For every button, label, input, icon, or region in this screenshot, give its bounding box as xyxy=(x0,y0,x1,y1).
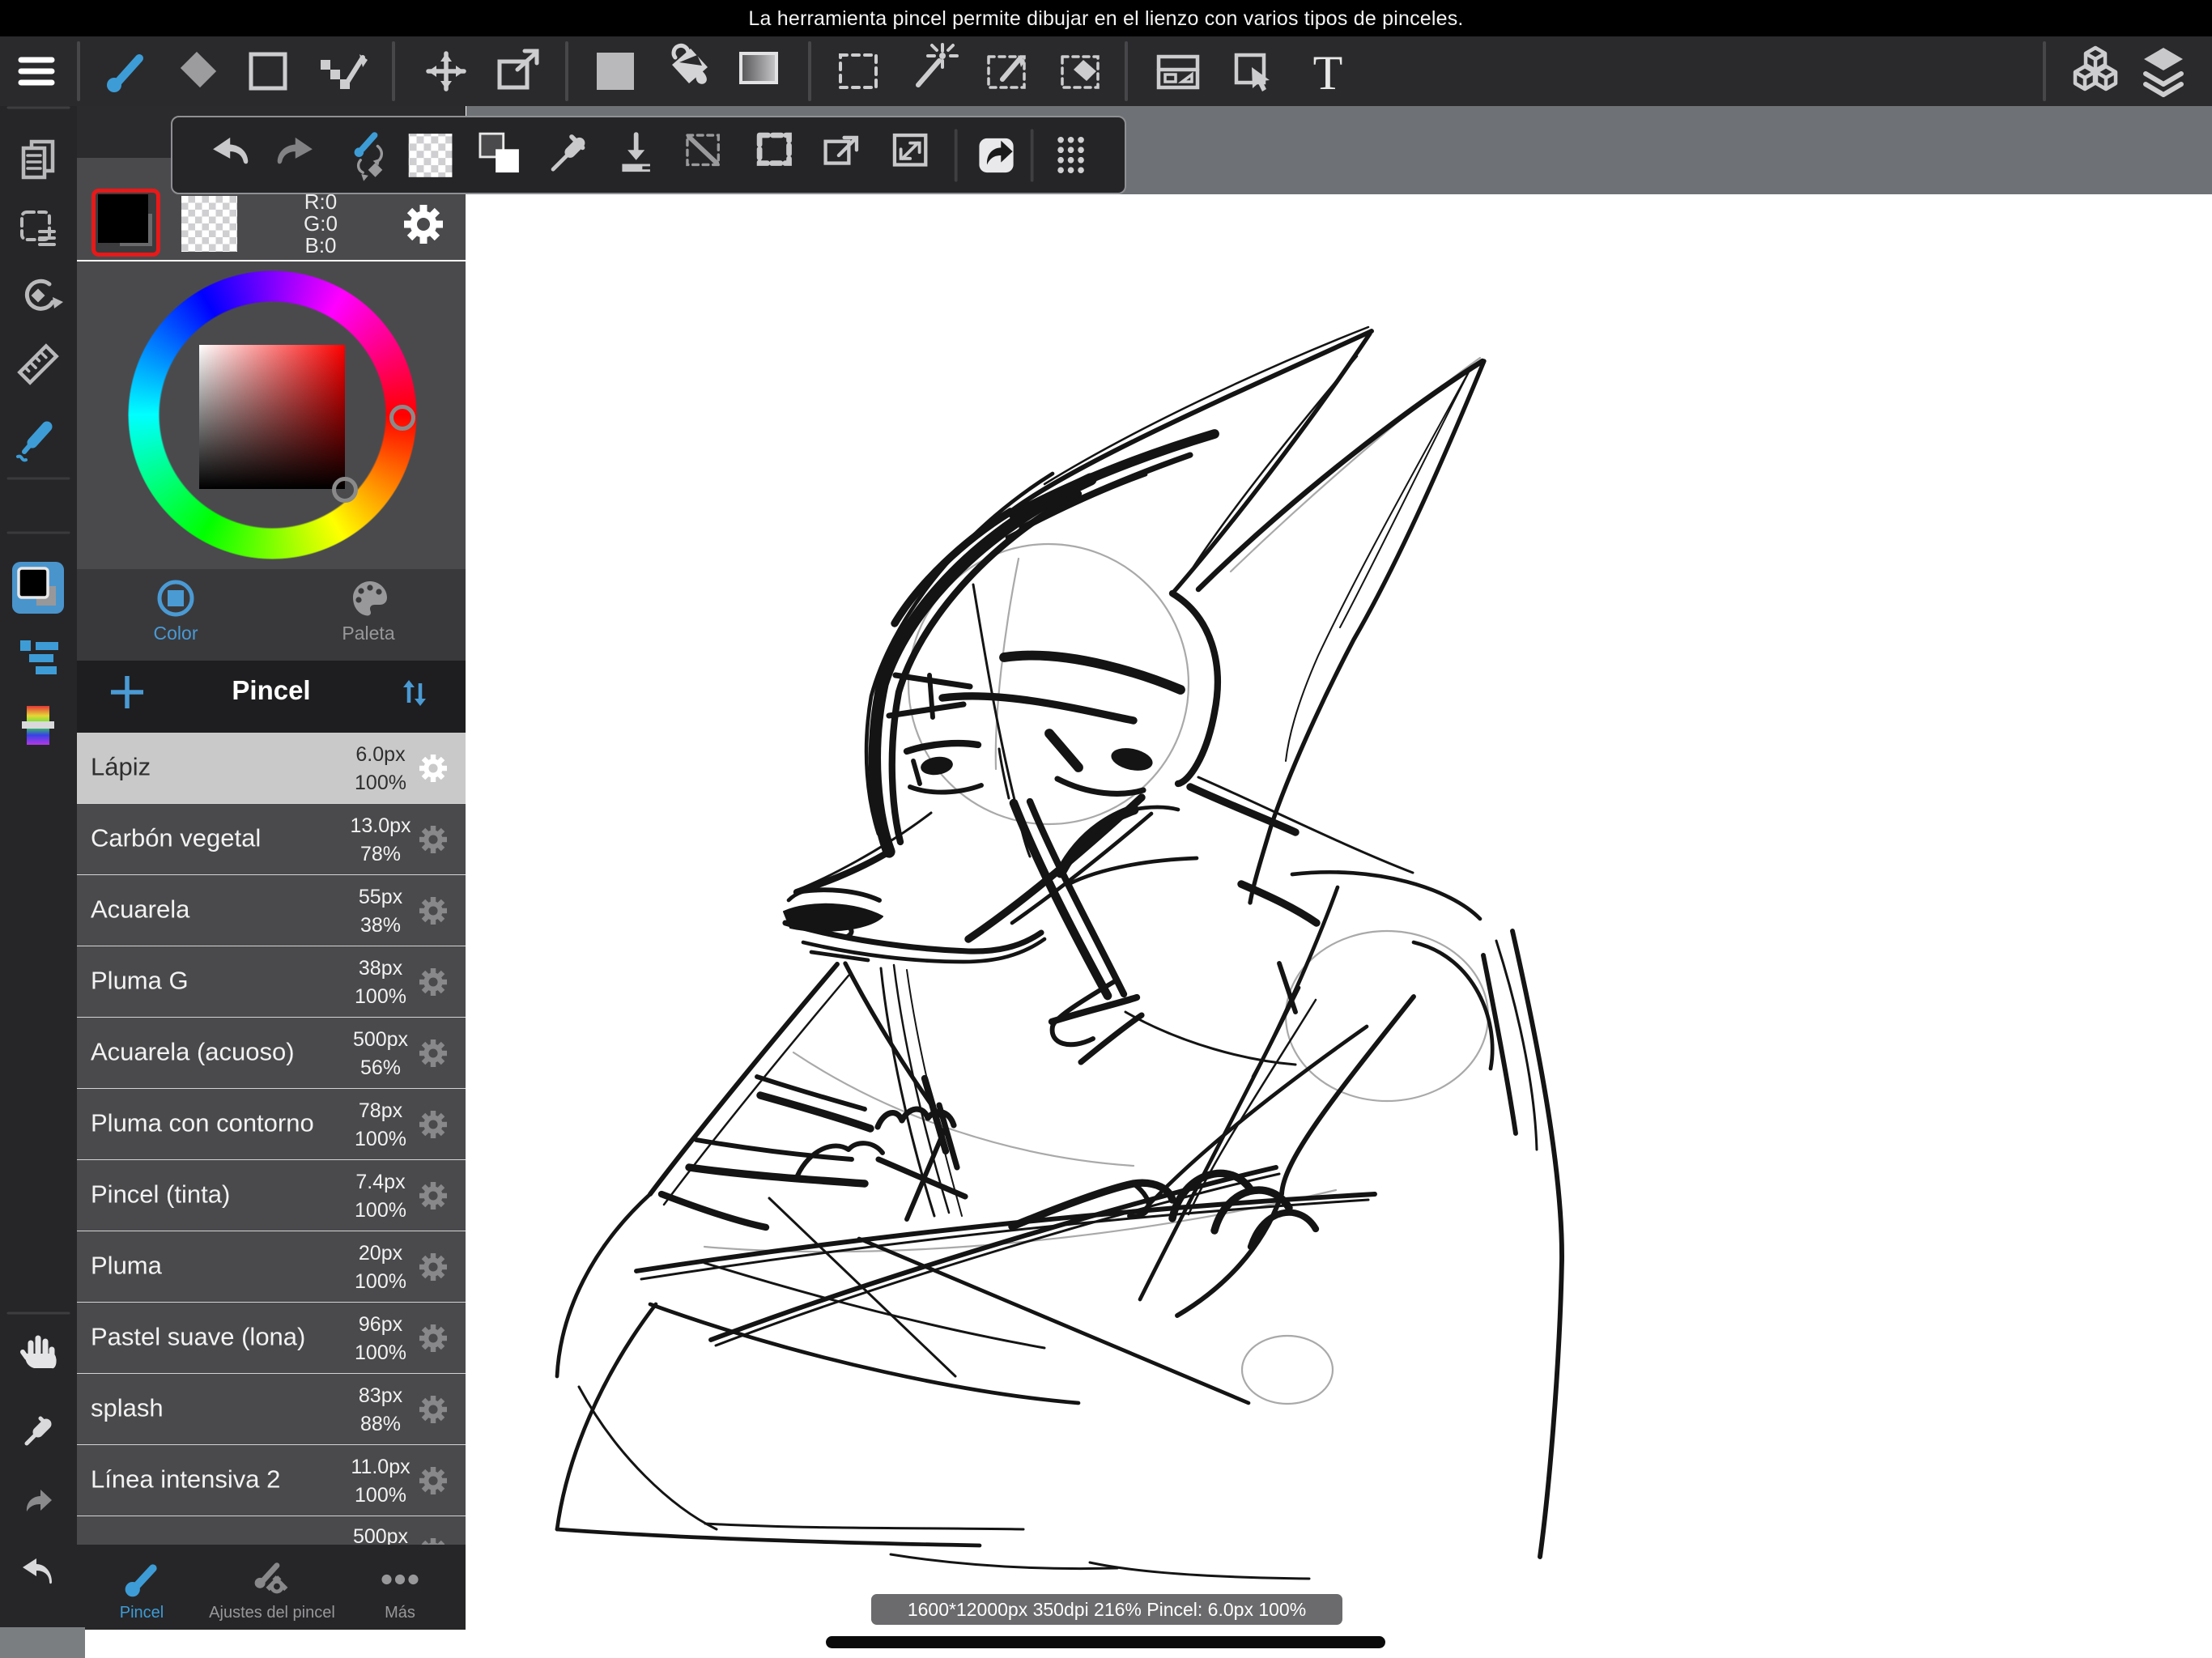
svg-text:T: T xyxy=(1313,46,1343,100)
